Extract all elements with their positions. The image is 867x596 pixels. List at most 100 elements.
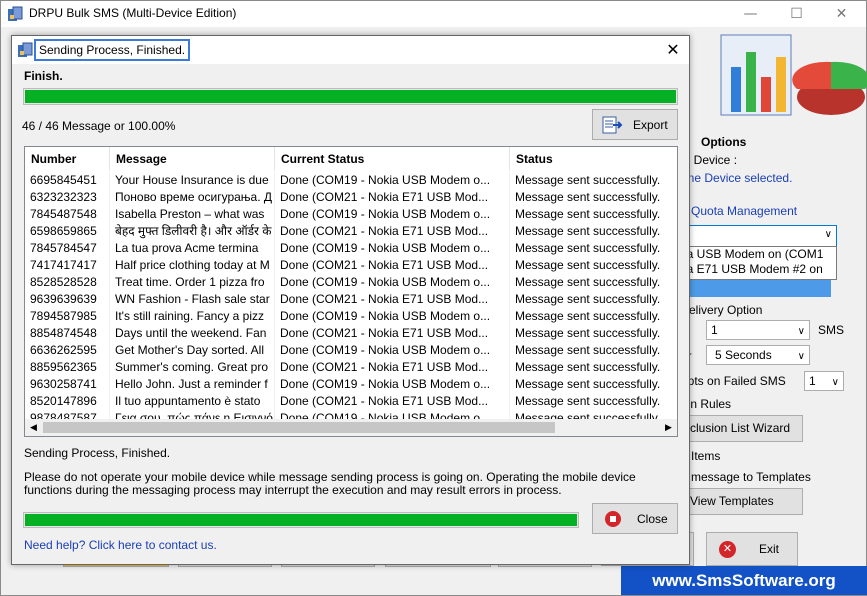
table-header: Number Message Current Status Status <box>25 147 677 171</box>
main-titlebar: DRPU Bulk SMS (Multi-Device Edition) — ☐… <box>1 1 866 27</box>
table-row[interactable]: 7845784547 La tua prova Acme termina Done … <box>25 240 677 257</box>
app-icon <box>18 42 33 57</box>
table-row[interactable]: 8859562365 Summer's coming. Great pro Done… <box>25 359 677 376</box>
cell-status: Message sent successfully. <box>510 359 677 376</box>
cell-message: बेहद मुफ्त डिलीवरी है। और ऑर्डर के <box>110 223 275 240</box>
cell-number: 7845487548 <box>25 206 110 223</box>
cell-current-status: Done (COM21 - Nokia E71 USB Mod... <box>275 189 510 206</box>
device-dropdown[interactable]: ∨ <box>681 225 837 247</box>
table-row[interactable]: 8854874548 Days until the weekend. Fan Don… <box>25 325 677 342</box>
failed-attempts-label: npts on Failed SMS <box>681 374 786 388</box>
close-label: Close <box>637 512 668 526</box>
scroll-right-icon[interactable]: ▶ <box>660 419 677 436</box>
retry-value: 1 <box>711 323 718 337</box>
website-banner: www.SmsSoftware.org <box>621 566 867 595</box>
close-button[interactable]: Close <box>592 503 678 534</box>
table-row[interactable]: 6695845451 Your House Insurance is due Don… <box>25 172 677 189</box>
export-label: Export <box>633 118 668 132</box>
column-header-message[interactable]: Message <box>110 147 275 171</box>
table-row[interactable]: 7845487548 Isabella Preston – what was Don… <box>25 206 677 223</box>
cell-message: Isabella Preston – what was <box>110 206 275 223</box>
cell-status: Message sent successfully. <box>510 325 677 342</box>
cell-number: 8528528528 <box>25 274 110 291</box>
table-row[interactable]: 6323232323 Поново време осигурања. Д Done … <box>25 189 677 206</box>
horizontal-scrollbar[interactable]: ◀ ▶ <box>25 419 677 436</box>
chevron-down-icon: ∨ <box>797 351 805 362</box>
cell-status: Message sent successfully. <box>510 240 677 257</box>
exit-button[interactable]: ✕ Exit <box>706 532 798 566</box>
close-icon[interactable]: ✕ <box>662 39 684 61</box>
attempts-value: 1 <box>809 374 816 388</box>
cell-message: Il tuo appuntamento è stato <box>110 393 275 410</box>
cell-number: 6636262595 <box>25 342 110 359</box>
cell-status: Message sent successfully. <box>510 257 677 274</box>
cell-number: 7845784547 <box>25 240 110 257</box>
cell-number: 6695845451 <box>25 172 110 189</box>
selection-highlight <box>681 280 831 297</box>
cell-message: Hello John. Just a reminder f <box>110 376 275 393</box>
retry-dropdown[interactable]: 1 ∨ <box>706 320 810 340</box>
export-button[interactable]: Export <box>592 109 678 140</box>
attempts-dropdown[interactable]: 1 ∨ <box>804 371 844 391</box>
help-link[interactable]: Need help? Click here to contact us. <box>24 538 217 552</box>
table-row[interactable]: 6598659865 बेहद मुफ्त डिलीवरी है। और ऑर्ड… <box>25 223 677 240</box>
cell-message: Summer's coming. Great pro <box>110 359 275 376</box>
message-table[interactable]: Number Message Current Status Status 669… <box>24 146 678 437</box>
close-window-button[interactable]: ✕ <box>819 1 864 27</box>
table-row[interactable]: 8520147896 Il tuo appuntamento è stato Don… <box>25 393 677 410</box>
cell-message: Half price clothing today at M <box>110 257 275 274</box>
cell-current-status: Done (COM19 - Nokia USB Modem o... <box>275 172 510 189</box>
cell-number: 8859562365 <box>25 359 110 376</box>
table-row[interactable]: 8528528528 Treat time. Order 1 pizza fro D… <box>25 274 677 291</box>
save-to-templates-label: message to Templates <box>691 470 811 484</box>
quota-management-link[interactable]: e Quota Management <box>681 204 797 218</box>
table-body: 6695845451 Your House Insurance is due Don… <box>25 172 677 420</box>
cell-message: WN Fashion - Flash sale star <box>110 291 275 308</box>
cell-current-status: Done (COM21 - Nokia E71 USB Mod... <box>275 257 510 274</box>
table-row[interactable]: 6636262595 Get Mother's Day sorted. All Do… <box>25 342 677 359</box>
column-header-status[interactable]: Status <box>510 147 677 171</box>
cell-status: Message sent successfully. <box>510 206 677 223</box>
device-item[interactable]: ia E71 USB Modem #2 on <box>682 262 836 277</box>
maximize-button[interactable]: ☐ <box>774 1 819 27</box>
cell-message: Get Mother's Day sorted. All <box>110 342 275 359</box>
cell-status: Message sent successfully. <box>510 376 677 393</box>
export-icon <box>602 116 623 134</box>
exit-icon: ✕ <box>719 541 736 558</box>
window-title: DRPU Bulk SMS (Multi-Device Edition) <box>29 6 237 20</box>
minimize-button[interactable]: — <box>728 1 773 27</box>
table-row[interactable]: 7417417417 Half price clothing today at M… <box>25 257 677 274</box>
scroll-left-icon[interactable]: ◀ <box>25 419 42 436</box>
options-heading: Options <box>701 135 747 149</box>
delay-dropdown[interactable]: 5 Seconds ∨ <box>706 345 810 365</box>
progress-fill <box>25 514 577 526</box>
column-header-number[interactable]: Number <box>25 147 110 171</box>
overall-progress-bar <box>23 88 678 105</box>
stop-icon <box>605 511 621 527</box>
cell-current-status: Done (COM19 - Nokia USB Modem o... <box>275 274 510 291</box>
cell-message: Treat time. Order 1 pizza fro <box>110 274 275 291</box>
device-item[interactable]: ia USB Modem on (COM1 <box>682 247 836 262</box>
cell-current-status: Done (COM21 - Nokia E71 USB Mod... <box>275 223 510 240</box>
view-templates-button[interactable]: View Templates <box>681 488 803 515</box>
dialog-titlebar: Sending Process, Finished. ✕ <box>12 36 689 64</box>
cell-number: 7894587985 <box>25 308 110 325</box>
chevron-down-icon: ∨ <box>824 229 832 240</box>
column-header-current-status[interactable]: Current Status <box>275 147 510 171</box>
progress-fill <box>25 90 676 103</box>
cell-number: 6598659865 <box>25 223 110 240</box>
table-row[interactable]: 9630258741 Hello John. Just a reminder fD… <box>25 376 677 393</box>
table-row[interactable]: 7894587985 It's still raining. Fancy a pi… <box>25 308 677 325</box>
sms-label: SMS <box>818 323 845 337</box>
device-list[interactable]: ia USB Modem on (COM1 ia E71 USB Modem #… <box>681 246 837 280</box>
message-count-label: 46 / 46 Message or 100.00% <box>22 119 176 133</box>
table-row[interactable]: 9639639639 WN Fashion - Flash sale star Do… <box>25 291 677 308</box>
cell-current-status: Done (COM19 - Nokia USB Modem o... <box>275 342 510 359</box>
current-progress-bar <box>23 512 579 528</box>
cell-message: Поново време осигурања. Д <box>110 189 275 206</box>
scrollbar-thumb[interactable] <box>43 422 555 433</box>
warning-text: Please do not operate your mobile device… <box>24 470 636 497</box>
cell-message: Your House Insurance is due <box>110 172 275 189</box>
cell-message: It's still raining. Fancy a pizz <box>110 308 275 325</box>
exclusion-wizard-button[interactable]: clusion List Wizard <box>681 415 803 442</box>
